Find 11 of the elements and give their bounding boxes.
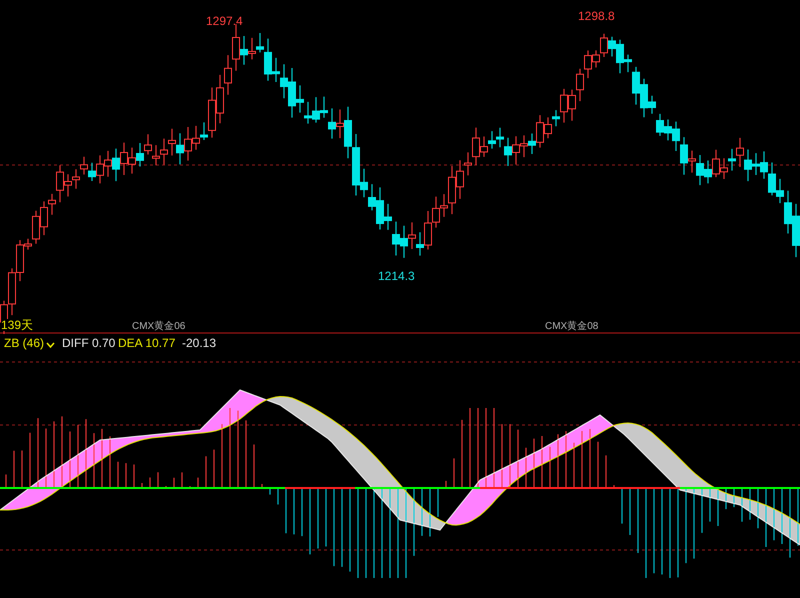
high-price-label: 1297.4 — [206, 15, 243, 27]
low-price-label: 1214.3 — [378, 270, 415, 282]
macd-value: -20.13 — [182, 337, 216, 349]
caret-icon[interactable] — [46, 342, 55, 348]
diff-value: DIFF 0.70 — [62, 337, 116, 349]
high-price-label: 1298.8 — [578, 10, 615, 22]
dea-value: DEA 10.77 — [118, 337, 176, 349]
period-label: 139天 — [1, 319, 34, 331]
contract-label: CMX黄金08 — [545, 322, 598, 332]
indicator-name: ZB (46) — [4, 337, 44, 349]
contract-label: CMX黄金06 — [132, 322, 186, 332]
